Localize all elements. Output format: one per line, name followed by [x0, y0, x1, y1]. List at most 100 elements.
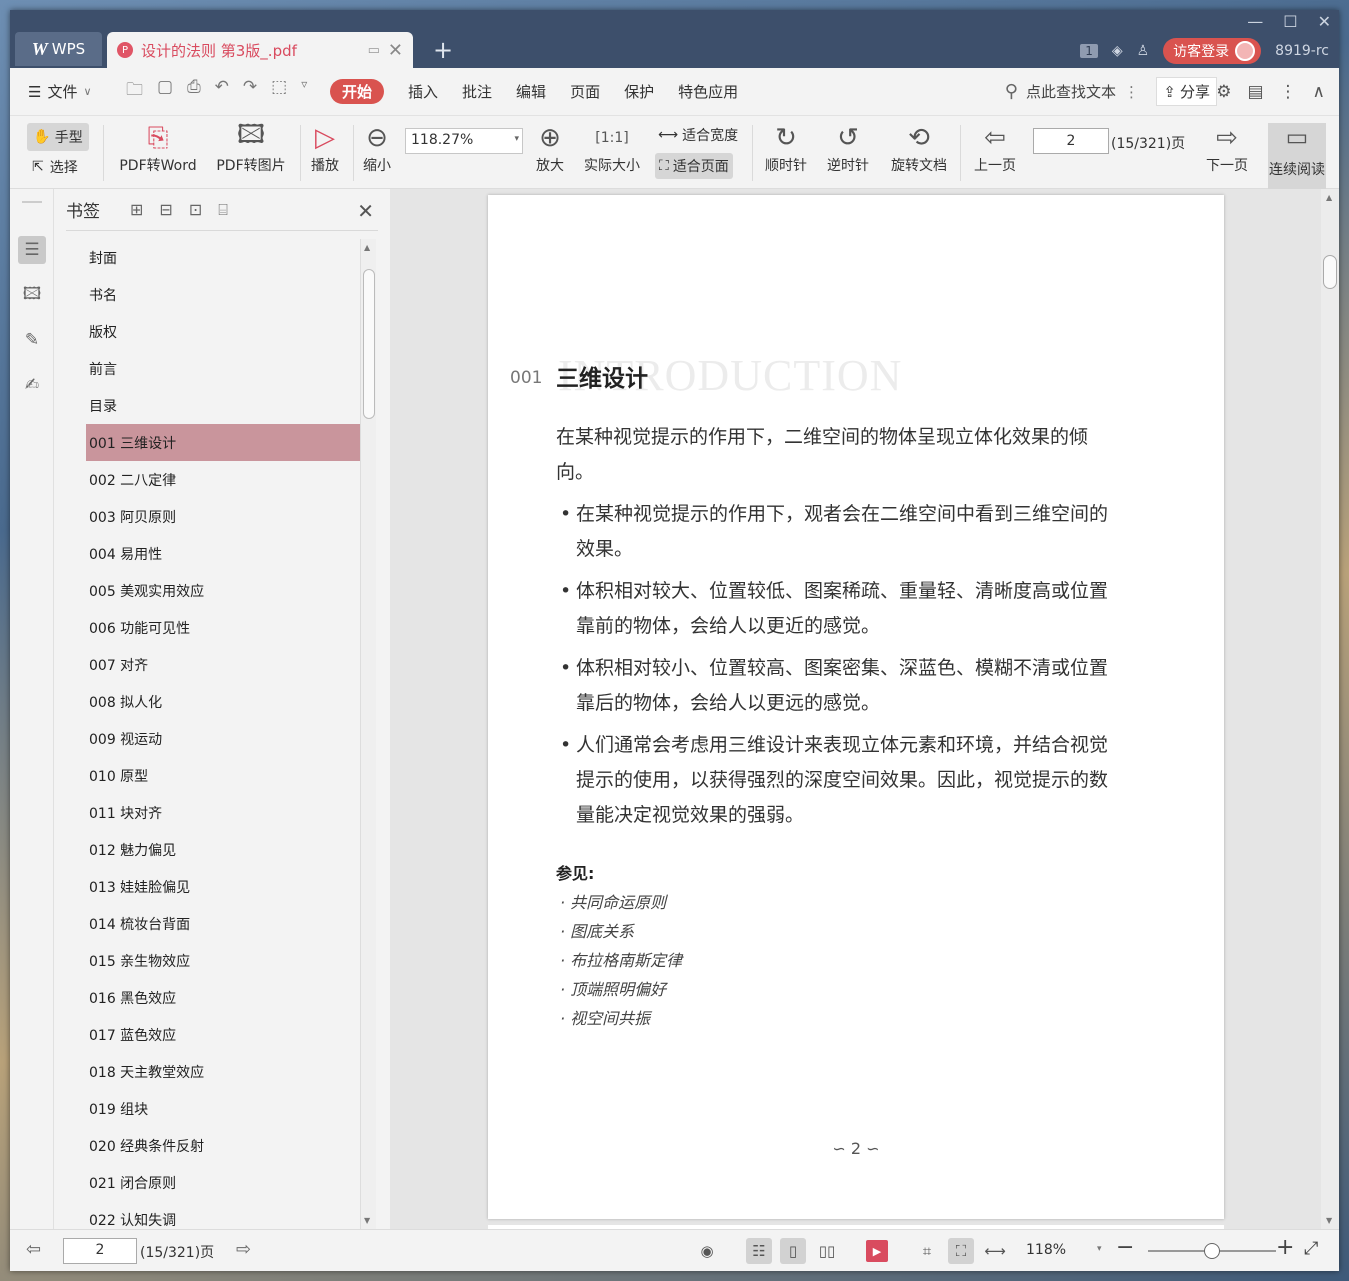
- collapse-all-icon[interactable]: ⊟: [159, 200, 172, 220]
- tab-page[interactable]: 页面: [570, 81, 600, 102]
- continuous-view-icon[interactable]: ☷: [746, 1238, 772, 1264]
- scroll-down-icon[interactable]: ▼: [364, 1216, 370, 1225]
- status-zoom-in-icon[interactable]: +: [1276, 1235, 1294, 1260]
- shirt-icon[interactable]: ♙: [1137, 43, 1150, 59]
- close-window-icon[interactable]: ✕: [1318, 12, 1331, 31]
- bookmark-item[interactable]: 020 经典条件反射: [86, 1127, 360, 1164]
- bookmark-item[interactable]: 目录: [86, 387, 360, 424]
- close-tab-icon[interactable]: ✕: [388, 40, 403, 61]
- eye-protection-icon[interactable]: ◉: [694, 1238, 720, 1264]
- bookmark-item[interactable]: 015 亲生物效应: [86, 942, 360, 979]
- bookmark-item[interactable]: 003 阿贝原则: [86, 498, 360, 535]
- pin-window-icon[interactable]: ▭: [368, 43, 380, 58]
- window-count-badge[interactable]: 1: [1080, 44, 1098, 58]
- more-vertical-icon[interactable]: ⋮: [1124, 83, 1139, 101]
- single-page-icon[interactable]: ▯: [780, 1238, 806, 1264]
- collapse-ribbon-icon[interactable]: ∧: [1313, 82, 1325, 102]
- fit-page-button[interactable]: ⛶ 适合页面: [655, 153, 733, 179]
- bookmark-item[interactable]: 版权: [86, 313, 360, 350]
- tab-protect[interactable]: 保护: [624, 81, 654, 102]
- bookmark-item[interactable]: 012 魅力偏见: [86, 831, 360, 868]
- actual-size-button[interactable]: [1:1] 实际大小: [580, 121, 644, 175]
- bookmark-item[interactable]: 001 三维设计: [86, 424, 360, 461]
- bookmark-item[interactable]: 014 梳妆台背面: [86, 905, 360, 942]
- tab-edit[interactable]: 编辑: [516, 81, 546, 102]
- print-icon[interactable]: ⎙: [187, 77, 201, 106]
- more-dropdown-icon[interactable]: ▿: [301, 77, 307, 106]
- tab-insert[interactable]: 插入: [408, 81, 438, 102]
- document-tab[interactable]: P 设计的法则 第3版_.pdf ▭ ✕: [107, 32, 413, 68]
- bookmark-item[interactable]: 017 蓝色效应: [86, 1016, 360, 1053]
- wps-home-tab[interactable]: W WPS: [15, 32, 102, 66]
- scroll-up-icon[interactable]: ▲: [1326, 193, 1332, 202]
- bookmark-item[interactable]: 018 天主教堂效应: [86, 1053, 360, 1090]
- skin-icon[interactable]: ◈: [1112, 43, 1123, 59]
- signature-icon[interactable]: ✍: [18, 371, 46, 399]
- bookmark-item[interactable]: 013 娃娃脸偏见: [86, 868, 360, 905]
- maximize-icon[interactable]: ☐: [1283, 12, 1297, 31]
- pdf-to-image-button[interactable]: 🖾 PDF转图片: [212, 120, 290, 175]
- bookmark-item[interactable]: 004 易用性: [86, 535, 360, 572]
- tab-start[interactable]: 开始: [330, 79, 385, 104]
- rotate-clockwise-button[interactable]: ↻ 顺时针: [760, 121, 812, 175]
- actual-size-icon[interactable]: ⌗: [914, 1238, 940, 1264]
- bookmark-item[interactable]: 010 原型: [86, 757, 360, 794]
- export-icon[interactable]: ⬚: [271, 77, 287, 106]
- document-scrollbar[interactable]: ▲ ▼: [1321, 189, 1339, 1229]
- document-view[interactable]: INTRODUCTION 001 三维设计 在某种视觉提示的作用下，二维空间的物…: [390, 189, 1339, 1255]
- bookmark-item[interactable]: 封面: [86, 239, 360, 276]
- zoom-slider-knob[interactable]: [1204, 1243, 1220, 1259]
- gear-icon[interactable]: ⚙: [1216, 82, 1231, 102]
- zoom-slider[interactable]: [1148, 1243, 1276, 1259]
- pdf-to-word-button[interactable]: ⎘ PDF转Word: [114, 121, 202, 175]
- continuous-read-button[interactable]: ▭ 连续阅读: [1268, 123, 1326, 189]
- more-options-icon[interactable]: ⋮: [1280, 82, 1297, 102]
- status-zoom-value[interactable]: 118%: [1026, 1242, 1066, 1258]
- two-page-icon[interactable]: ▯▯: [814, 1238, 840, 1264]
- fullscreen-icon[interactable]: ⤢: [1304, 1238, 1318, 1259]
- guest-login-button[interactable]: 访客登录: [1163, 38, 1262, 64]
- fit-page-icon[interactable]: ⛶: [948, 1238, 974, 1264]
- expand-all-icon[interactable]: ⊞: [130, 200, 143, 220]
- bookmark-item[interactable]: 007 对齐: [86, 646, 360, 683]
- fit-width-icon[interactable]: ⟷: [982, 1238, 1008, 1264]
- thumbnail-icon[interactable]: 🖾: [18, 281, 46, 309]
- play-slideshow-icon[interactable]: ▶: [866, 1240, 888, 1262]
- select-tool-button[interactable]: ⇱ 选择: [32, 157, 78, 177]
- find-text-search[interactable]: ⚲ 点此查找文本 ⋮: [1005, 81, 1139, 102]
- bookmark-item[interactable]: 022 认知失调: [86, 1201, 360, 1229]
- bookmark-item[interactable]: 021 闭合原则: [86, 1164, 360, 1201]
- scroll-up-icon[interactable]: ▲: [364, 243, 370, 252]
- bookmark-item[interactable]: 006 功能可见性: [86, 609, 360, 646]
- zoom-dropdown-icon[interactable]: ▾: [1097, 1244, 1102, 1254]
- scrollbar-thumb[interactable]: [363, 269, 375, 419]
- save-icon[interactable]: ▢: [157, 77, 173, 106]
- zoom-in-button[interactable]: ⊕ 放大: [532, 121, 568, 175]
- page-number-input[interactable]: 2: [1033, 128, 1109, 154]
- bookmark-item[interactable]: 016 黑色效应: [86, 979, 360, 1016]
- zoom-out-button[interactable]: ⊖ 缩小: [359, 121, 395, 175]
- status-zoom-out-icon[interactable]: −: [1116, 1235, 1134, 1260]
- tab-annotate[interactable]: 批注: [462, 81, 492, 102]
- minimize-icon[interactable]: —: [1247, 12, 1263, 31]
- add-bookmark-icon[interactable]: ⊡: [189, 200, 202, 220]
- file-menu[interactable]: ☰ 文件 ∨: [10, 81, 120, 102]
- bookmark-item[interactable]: 019 组块: [86, 1090, 360, 1127]
- bookmark-scrollbar[interactable]: ▲ ▼: [360, 239, 376, 1229]
- bookmark-item[interactable]: 008 拟人化: [86, 683, 360, 720]
- bookmark-item[interactable]: 009 视运动: [86, 720, 360, 757]
- close-panel-icon[interactable]: ✕: [357, 199, 374, 223]
- comment-icon[interactable]: ▤: [1247, 82, 1263, 102]
- rotate-document-button[interactable]: ⟲ 旋转文档: [886, 121, 952, 175]
- prev-page-button[interactable]: ⇦ 上一页: [970, 121, 1020, 175]
- fit-width-button[interactable]: ⟷ 适合宽度: [658, 125, 738, 145]
- rotate-counterclockwise-button[interactable]: ↺ 逆时针: [822, 121, 874, 175]
- hand-tool-button[interactable]: ✋ 手型: [27, 123, 89, 151]
- annotation-icon[interactable]: ✎: [18, 326, 46, 354]
- next-page-button[interactable]: ⇨ 下一页: [1202, 121, 1252, 175]
- bookmark-item[interactable]: 书名: [86, 276, 360, 313]
- redo-icon[interactable]: ↷: [243, 77, 257, 106]
- bookmark-settings-icon[interactable]: ⌸: [218, 200, 228, 220]
- bookmark-item[interactable]: 前言: [86, 350, 360, 387]
- play-button[interactable]: ▷ 播放: [307, 121, 343, 175]
